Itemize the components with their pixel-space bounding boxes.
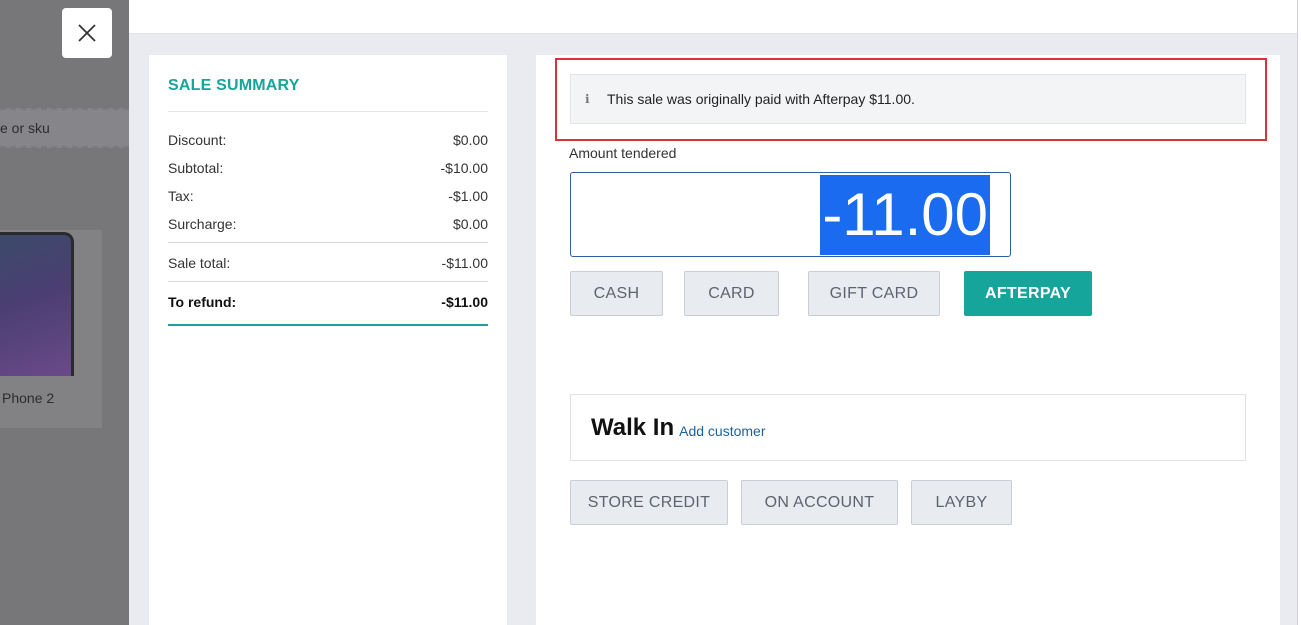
summary-row-tax: Tax: -$1.00	[168, 182, 488, 210]
summary-row-surcharge: Surcharge: $0.00	[168, 210, 488, 238]
summary-row-value: $0.00	[452, 132, 488, 148]
sale-summary-panel: SALE SUMMARY Discount: $0.00 Subtotal: -…	[149, 55, 507, 625]
customer-name: Walk In	[591, 413, 675, 441]
summary-row-value: $0.00	[452, 216, 488, 232]
gift-card-button[interactable]: GIFT CARD	[808, 271, 940, 316]
summary-row-subtotal: Subtotal: -$10.00	[168, 154, 488, 182]
close-button[interactable]	[62, 8, 112, 58]
amount-tendered-input[interactable]: -11.00	[570, 172, 1011, 257]
sale-summary-title: SALE SUMMARY	[168, 77, 488, 112]
amount-tendered-value[interactable]: -11.00	[820, 174, 990, 255]
card-button[interactable]: CARD	[684, 271, 779, 316]
afterpay-button[interactable]: AFTERPAY	[964, 271, 1092, 316]
to-refund-label: To refund:	[168, 294, 237, 310]
sale-total-value: -$11.00	[441, 255, 488, 271]
cash-button[interactable]: CASH	[570, 271, 663, 316]
modal-right-edge	[1297, 0, 1301, 625]
close-icon	[78, 24, 96, 42]
background-product-image	[0, 232, 74, 376]
on-account-button[interactable]: ON ACCOUNT	[741, 480, 898, 525]
summary-row-to-refund: To refund: -$11.00	[168, 288, 488, 316]
highlight-annotation	[555, 58, 1267, 141]
summary-row-discount: Discount: $0.00	[168, 126, 488, 154]
summary-row-label: Discount:	[168, 132, 227, 148]
background-product-label: Phone 2	[2, 390, 55, 406]
summary-row-sale-total: Sale total: -$11.00	[168, 249, 488, 277]
to-refund-value: -$11.00	[441, 294, 488, 310]
layby-button[interactable]: LAYBY	[911, 480, 1012, 525]
store-credit-button[interactable]: STORE CREDIT	[570, 480, 728, 525]
summary-divider	[168, 242, 488, 243]
sale-total-label: Sale total:	[168, 255, 231, 271]
summary-row-value: -$10.00	[440, 160, 488, 176]
background-search-placeholder: e or sku	[0, 120, 50, 136]
summary-row-label: Subtotal:	[168, 160, 224, 176]
background-app: e or sku Phone 2	[0, 0, 129, 625]
modal-header-bar	[129, 0, 1297, 34]
summary-accent-line	[168, 324, 488, 326]
summary-divider	[168, 281, 488, 282]
background-search-bar: e or sku	[0, 108, 129, 148]
summary-row-label: Tax:	[168, 188, 194, 204]
sale-summary-rows: Discount: $0.00 Subtotal: -$10.00 Tax: -…	[168, 112, 488, 326]
amount-tendered-label: Amount tendered	[569, 145, 677, 161]
add-customer-link[interactable]: Add customer	[679, 423, 765, 439]
summary-row-value: -$1.00	[448, 188, 488, 204]
customer-box: Walk In Add customer	[570, 394, 1246, 461]
summary-row-label: Surcharge:	[168, 216, 237, 232]
